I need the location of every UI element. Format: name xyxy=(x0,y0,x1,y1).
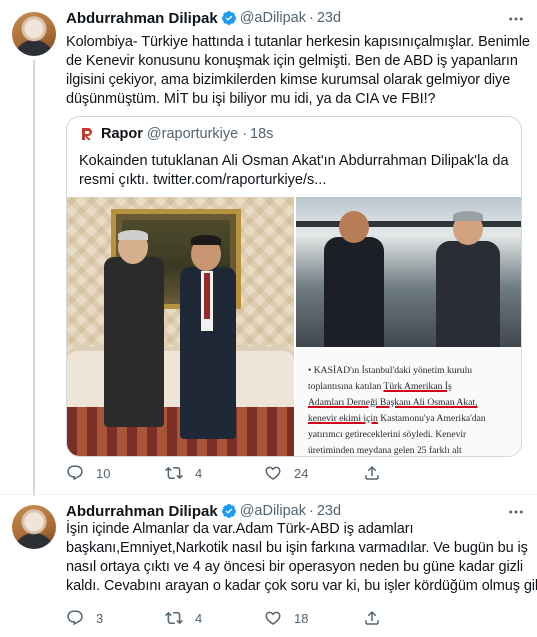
tweet-2-text: İşin içinde Almanlar da var.Adam Türk-AB… xyxy=(66,520,537,596)
retweet-button[interactable]: 4 xyxy=(165,608,264,628)
share-icon xyxy=(365,610,379,625)
like-button[interactable]: 24 xyxy=(264,463,363,483)
news-underlined: Türk Amerikan İş xyxy=(383,381,452,392)
verified-icon xyxy=(221,504,236,518)
tweet-text-line: İşin içinde Almanlar da var.Adam Türk-AB… xyxy=(66,521,414,537)
author-name[interactable]: Abdurrahman Dilipak xyxy=(66,10,218,27)
news-underlined: Adamları Derneği Başkanı Ali Osman Akat, xyxy=(308,397,478,408)
quote-text-line: Kokainden tutuklanan Ali Osman Akat'ın A… xyxy=(79,153,509,169)
tweet-time[interactable]: 23d xyxy=(317,503,341,519)
reply-count: 3 xyxy=(96,610,104,626)
retweet-count: 4 xyxy=(195,465,203,481)
separator-dot: · xyxy=(242,126,248,142)
tweet-header: Abdurrahman Dilipak @aDilipak · 23d xyxy=(66,8,341,28)
tweet-header: Abdurrahman Dilipak @aDilipak · 23d xyxy=(66,501,341,521)
quote-text: Kokainden tutuklanan Ali Osman Akat'ın A… xyxy=(79,152,509,190)
news-line: Kastamonu'ya Amerika'dan xyxy=(377,413,486,424)
retweet-button[interactable]: 4 xyxy=(165,463,264,483)
thread-line xyxy=(33,60,35,496)
like-count: 24 xyxy=(294,465,309,481)
rapor-logo-icon xyxy=(82,128,92,140)
person-figure xyxy=(324,237,384,347)
reply-button[interactable]: 3 xyxy=(66,608,165,628)
like-button[interactable]: 18 xyxy=(264,608,363,628)
tweet-text-line: de Kenevir konusunu konuşmak için gelmiş… xyxy=(66,53,518,69)
person-figure xyxy=(436,241,500,347)
verified-icon xyxy=(221,11,236,25)
reply-icon xyxy=(67,465,83,481)
reply-icon xyxy=(67,610,83,626)
retweet-icon xyxy=(165,466,183,480)
news-underlined: kenevir ekimi için xyxy=(308,413,378,424)
tweet-time[interactable]: 23d xyxy=(317,10,341,26)
author-handle[interactable]: @aDilipak xyxy=(240,10,306,26)
quote-time[interactable]: 18s xyxy=(250,126,273,142)
author-name[interactable]: Abdurrahman Dilipak xyxy=(66,503,218,520)
author-avatar[interactable] xyxy=(12,505,56,549)
author-avatar[interactable] xyxy=(12,12,56,56)
news-line: yatırımcı getireceklerini söyledi. Kenev… xyxy=(308,429,467,440)
person-figure xyxy=(104,257,164,427)
quote-header: Rapor @raporturkiye · 18s xyxy=(79,126,273,142)
news-excerpt: • KASİAD'ın İstanbul'daki yönetim kurulu… xyxy=(296,347,521,456)
quote-author-handle[interactable]: @raporturkiye xyxy=(147,126,238,142)
news-line: toplantısına katılan xyxy=(308,381,384,392)
share-icon xyxy=(365,465,379,480)
news-line: üretiminden meydana gelen 25 farklı alt xyxy=(308,445,462,456)
like-icon xyxy=(265,466,281,480)
tweet-2-actions: 3 4 18 xyxy=(66,608,403,628)
retweet-icon xyxy=(165,611,183,625)
tweet-text-line: nasıl ortaya çıktı ve 4 ay öncesi bir op… xyxy=(66,559,523,575)
quote-photo-2[interactable]: • KASİAD'ın İstanbul'daki yönetim kurulu… xyxy=(296,197,521,456)
retweet-count: 4 xyxy=(195,610,203,626)
like-count: 18 xyxy=(294,610,309,626)
like-icon xyxy=(265,611,281,625)
quote-author-name[interactable]: Rapor xyxy=(101,126,143,142)
tweet-text-line: Kolombiya- Türkiye hattında i tutanlar h… xyxy=(66,34,530,50)
author-handle[interactable]: @aDilipak xyxy=(240,503,306,519)
tweet-text: Kolombiya- Türkiye hattında i tutanlar h… xyxy=(66,33,530,109)
news-line: • KASİAD'ın İstanbul'daki yönetim kurulu xyxy=(308,365,473,376)
tweet-text-line: kaldı. Cevabını arayan o kadar çok soru … xyxy=(66,578,537,594)
tweet-text-line: ilgisini çekiyor, ama bizimkilerden kims… xyxy=(66,72,511,88)
separator-dot: · xyxy=(309,503,314,519)
quote-photo-1[interactable] xyxy=(67,197,294,456)
tweet-text-line: düşünmüştüm. MİT bu işi biliyor mu idi, … xyxy=(66,91,436,107)
quote-text-line: resmi çıktı. twitter.com/raporturkiye/s.… xyxy=(79,172,327,188)
tweet-actions: 10 4 24 xyxy=(66,463,403,483)
share-button[interactable] xyxy=(363,463,403,483)
separator-dot: · xyxy=(309,10,314,26)
tweet-text-line: başkanı,Emniyet,Narkotik nasıl bu işin f… xyxy=(66,540,528,556)
more-icon[interactable] xyxy=(505,10,527,28)
more-icon[interactable] xyxy=(505,503,527,521)
reply-button[interactable]: 10 xyxy=(66,463,165,483)
reply-count: 10 xyxy=(96,465,111,481)
quoted-tweet[interactable]: Rapor @raporturkiye · 18s Kokainden tutu… xyxy=(66,116,522,457)
tweet-1[interactable]: Abdurrahman Dilipak @aDilipak · 23d Kolo… xyxy=(0,0,537,496)
share-button[interactable] xyxy=(363,608,403,628)
